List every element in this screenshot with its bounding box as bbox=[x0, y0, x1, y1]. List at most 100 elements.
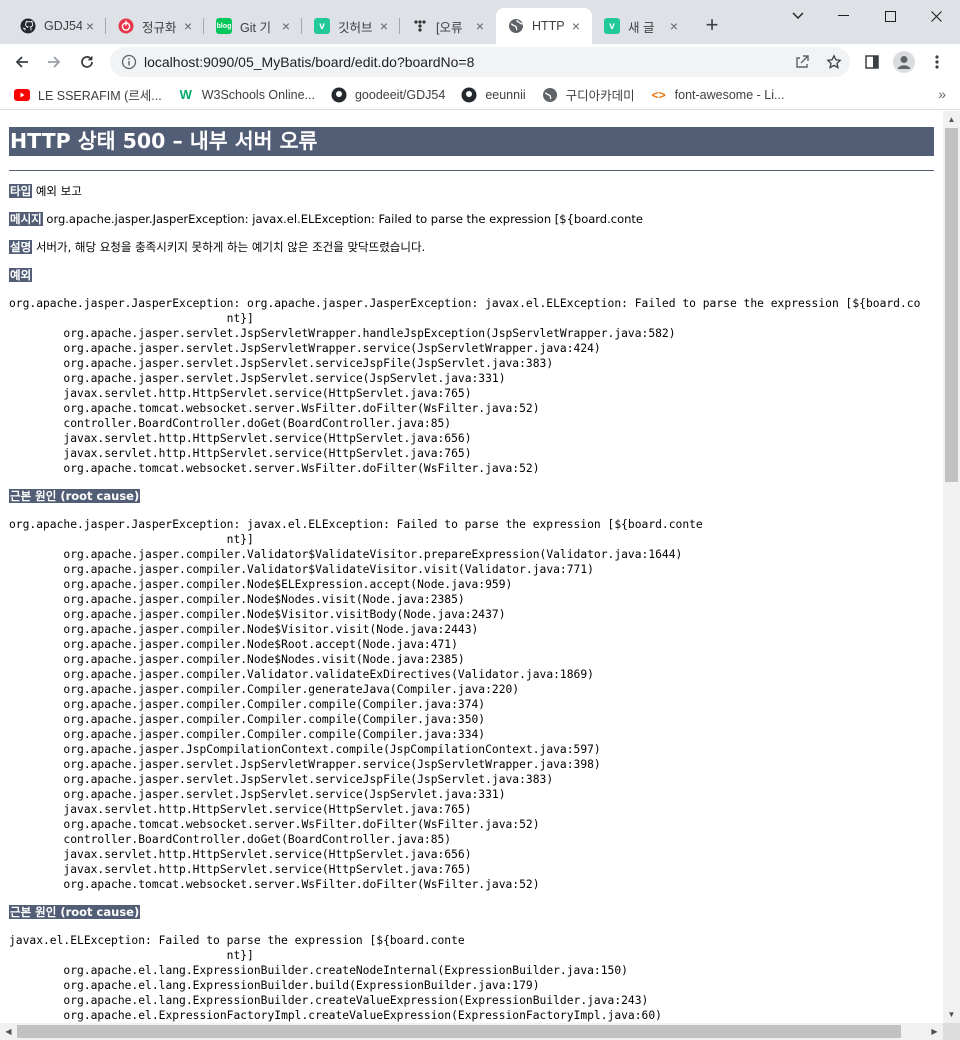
close-icon[interactable]: × bbox=[472, 18, 488, 34]
root-cause-stack-trace: javax.el.ELException: Failed to parse th… bbox=[9, 934, 662, 1022]
globe-icon bbox=[508, 18, 524, 34]
horizontal-scrollbar[interactable]: ◀ ▶ bbox=[0, 1023, 943, 1040]
tab-error[interactable]: [오류 × bbox=[400, 8, 496, 44]
scroll-up-arrow-icon[interactable]: ▲ bbox=[943, 111, 960, 128]
close-icon[interactable]: × bbox=[180, 18, 196, 34]
bookmark-item[interactable]: 구디아카데미 bbox=[542, 85, 635, 104]
bookmark-label: font-awesome - Li... bbox=[674, 87, 785, 102]
description-value: 서버가, 해당 요청을 충족시키지 못하게 하는 예기치 않은 조건을 맞닥뜨렸… bbox=[35, 240, 426, 254]
vertical-scrollbar[interactable]: ▲ ▼ bbox=[943, 111, 960, 1023]
more-vertical-icon bbox=[935, 55, 939, 69]
bookmark-item[interactable]: LE SSERAFIM (르세... bbox=[14, 85, 162, 104]
tab-http-active[interactable]: HTTP × bbox=[496, 8, 592, 44]
reload-button[interactable] bbox=[73, 48, 101, 76]
github-icon bbox=[331, 87, 347, 103]
type-label: 타입 bbox=[9, 184, 33, 198]
chevron-down-icon bbox=[792, 12, 804, 19]
tab-github-kr[interactable]: v 깃허브 × bbox=[302, 8, 400, 44]
tab-gdj54[interactable]: GDJ54 × bbox=[8, 8, 106, 44]
scroll-thumb[interactable] bbox=[17, 1025, 901, 1038]
bookmark-item[interactable]: eeunnii bbox=[461, 87, 526, 103]
tab-title: Git 기 bbox=[240, 20, 271, 35]
velog-icon: v bbox=[604, 18, 620, 34]
globe-icon bbox=[542, 87, 558, 103]
github-icon bbox=[20, 18, 36, 34]
bookmark-item[interactable]: <> font-awesome - Li... bbox=[651, 87, 785, 103]
close-window-button[interactable] bbox=[912, 0, 960, 32]
tistory-icon bbox=[412, 18, 428, 34]
youtube-icon bbox=[14, 87, 30, 103]
maximize-icon bbox=[884, 10, 896, 22]
divider bbox=[9, 170, 934, 171]
forward-button[interactable] bbox=[40, 48, 68, 76]
arrow-right-icon bbox=[48, 56, 61, 68]
bookmark-label: goodeeit/GDJ54 bbox=[354, 87, 446, 102]
close-icon bbox=[930, 10, 942, 22]
type-value: 예외 보고 bbox=[35, 184, 82, 198]
exception-heading: 예외 bbox=[9, 268, 934, 282]
close-icon[interactable]: × bbox=[568, 18, 584, 34]
close-icon[interactable]: × bbox=[666, 18, 682, 34]
close-icon[interactable]: × bbox=[376, 18, 392, 34]
exception-stack-trace: org.apache.jasper.JasperException: org.a… bbox=[9, 297, 921, 475]
bookmark-label: W3Schools Online... bbox=[201, 87, 315, 102]
message-row: 메시지 org.apache.jasper.JasperException: j… bbox=[9, 212, 934, 226]
side-panel-button[interactable] bbox=[858, 48, 886, 76]
scroll-right-arrow-icon[interactable]: ▶ bbox=[926, 1023, 943, 1040]
tab-git[interactable]: blog Git 기 × bbox=[204, 8, 302, 44]
bookmark-item[interactable]: W W3Schools Online... bbox=[178, 87, 315, 103]
menu-button[interactable] bbox=[923, 48, 951, 76]
exception-label: 예외 bbox=[9, 268, 33, 282]
tab-title: HTTP bbox=[532, 19, 565, 33]
tab-title: 새 글 bbox=[628, 20, 655, 35]
root-cause-label: 근본 원인 (root cause) bbox=[9, 905, 141, 919]
blog-icon: blog bbox=[216, 18, 232, 34]
velog-icon: v bbox=[314, 18, 330, 34]
tab-normalization[interactable]: 정규화 × bbox=[106, 8, 204, 44]
reload-icon bbox=[81, 56, 93, 68]
tab-new-post[interactable]: v 새 글 × bbox=[592, 8, 690, 44]
new-tab-button[interactable]: + bbox=[700, 12, 724, 40]
bookmark-label: eeunnii bbox=[485, 87, 526, 102]
profile-button[interactable] bbox=[890, 48, 918, 76]
tab-search-button[interactable] bbox=[774, 0, 822, 32]
scrollbar-corner bbox=[943, 1023, 960, 1040]
message-value: org.apache.jasper.JasperException: javax… bbox=[46, 212, 643, 226]
url-text[interactable]: localhost:9090/05_MyBatis/board/edit.do?… bbox=[144, 54, 786, 70]
tab-title: 정규화 bbox=[142, 20, 177, 35]
close-icon[interactable]: × bbox=[82, 18, 98, 34]
code-icon: <> bbox=[651, 87, 666, 102]
type-row: 타입 예외 보고 bbox=[9, 184, 934, 198]
browser-toolbar: localhost:9090/05_MyBatis/board/edit.do?… bbox=[0, 44, 960, 80]
description-label: 설명 bbox=[9, 240, 33, 254]
description-row: 설명 서버가, 해당 요청을 충족시키지 못하게 하는 예기치 않은 조건을 맞… bbox=[9, 240, 934, 254]
page-title: HTTP 상태 500 – 내부 서버 오류 bbox=[9, 127, 934, 156]
star-icon[interactable] bbox=[818, 54, 850, 70]
power-icon bbox=[118, 18, 134, 34]
page-content: HTTP 상태 500 – 내부 서버 오류 타입 예외 보고 메시지 org.… bbox=[0, 111, 943, 1023]
tab-title: 깃허브 bbox=[338, 20, 373, 35]
minimize-icon bbox=[838, 15, 849, 16]
minimize-button[interactable] bbox=[820, 0, 868, 32]
close-icon[interactable]: × bbox=[278, 18, 294, 34]
scroll-left-arrow-icon[interactable]: ◀ bbox=[0, 1023, 17, 1040]
message-label: 메시지 bbox=[9, 212, 43, 226]
maximize-button[interactable] bbox=[866, 0, 914, 32]
w3schools-icon: W bbox=[179, 87, 192, 102]
address-bar[interactable]: localhost:9090/05_MyBatis/board/edit.do?… bbox=[110, 47, 850, 77]
bookmarks-more-button[interactable]: » bbox=[938, 86, 946, 102]
scroll-thumb[interactable] bbox=[945, 128, 958, 482]
share-icon[interactable] bbox=[786, 54, 818, 70]
root-cause-label: 근본 원인 (root cause) bbox=[9, 489, 141, 503]
bookmark-item[interactable]: goodeeit/GDJ54 bbox=[331, 87, 445, 103]
bookmark-label: 구디아카데미 bbox=[565, 89, 635, 103]
scroll-down-arrow-icon[interactable]: ▼ bbox=[943, 1006, 960, 1023]
github-icon bbox=[461, 87, 477, 103]
avatar-icon bbox=[893, 51, 915, 73]
info-icon[interactable] bbox=[114, 54, 144, 70]
back-button[interactable] bbox=[8, 48, 36, 76]
bookmarks-bar: LE SSERAFIM (르세... W W3Schools Online...… bbox=[0, 80, 960, 110]
bookmark-label: LE SSERAFIM (르세... bbox=[38, 89, 162, 103]
root-cause-heading: 근본 원인 (root cause) bbox=[9, 905, 934, 919]
root-cause-stack-trace: org.apache.jasper.JasperException: javax… bbox=[9, 518, 703, 891]
